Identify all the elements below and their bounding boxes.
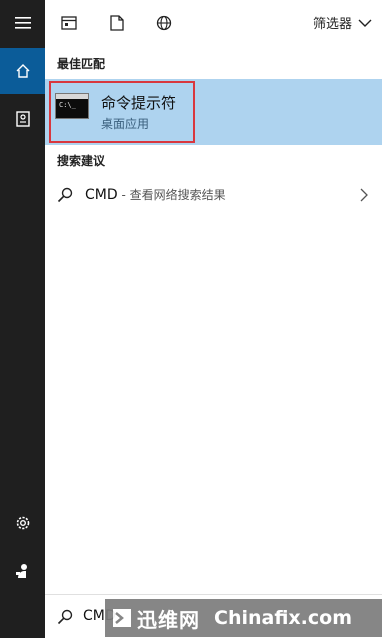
search-icon (57, 609, 73, 625)
suggestion-detail: - 查看网络搜索结果 (117, 188, 226, 202)
account-button[interactable] (0, 548, 45, 594)
left-rail (0, 0, 45, 638)
home-icon (16, 64, 29, 78)
globe-icon (156, 15, 172, 31)
home-button[interactable] (0, 48, 45, 94)
watermark-cn: 迅维网 (137, 607, 200, 632)
watermark: 迅维网 Chinafix.com (105, 599, 382, 637)
notebook-button[interactable] (0, 96, 45, 142)
best-match-heading: 最佳匹配 (57, 57, 106, 71)
hamburger-icon (14, 17, 31, 29)
documents-filter-button[interactable] (105, 11, 129, 35)
search-box[interactable]: CMD 迅维网 Chinafix.com (45, 594, 382, 639)
chevron-down-icon (358, 19, 372, 27)
menu-button[interactable] (0, 0, 45, 46)
calendar-icon (61, 16, 77, 30)
chevron-right-icon[interactable] (360, 188, 368, 202)
search-panel: 筛选器 最佳匹配 C:\_ 命令提示符 桌面应用 搜索建议 CMD - 查看网络… (45, 0, 382, 639)
gear-icon (16, 516, 29, 530)
user-icon (15, 564, 27, 578)
filter-label: 筛选器 (312, 17, 352, 32)
watermark-en: Chinafix.com (214, 607, 353, 629)
best-match-item[interactable]: C:\_ 命令提示符 桌面应用 (45, 79, 382, 145)
toolbar: 筛选器 (45, 0, 382, 46)
suggestions-heading: 搜索建议 (57, 154, 106, 168)
settings-button[interactable] (0, 500, 45, 546)
filter-dropdown[interactable]: 筛选器 (313, 13, 372, 32)
web-filter-button[interactable] (152, 11, 176, 35)
document-icon (110, 15, 124, 31)
watermark-logo-icon (113, 609, 131, 627)
notebook-icon (15, 111, 30, 127)
apps-filter-button[interactable] (57, 11, 81, 35)
search-icon (57, 187, 73, 203)
best-match-title: 命令提示符 (101, 94, 177, 112)
suggestion-item[interactable]: CMD - 查看网络搜索结果 (45, 176, 382, 214)
command-prompt-icon: C:\_ (55, 93, 89, 119)
suggestion-query: CMD (85, 187, 118, 203)
best-match-subtitle: 桌面应用 (101, 117, 150, 131)
